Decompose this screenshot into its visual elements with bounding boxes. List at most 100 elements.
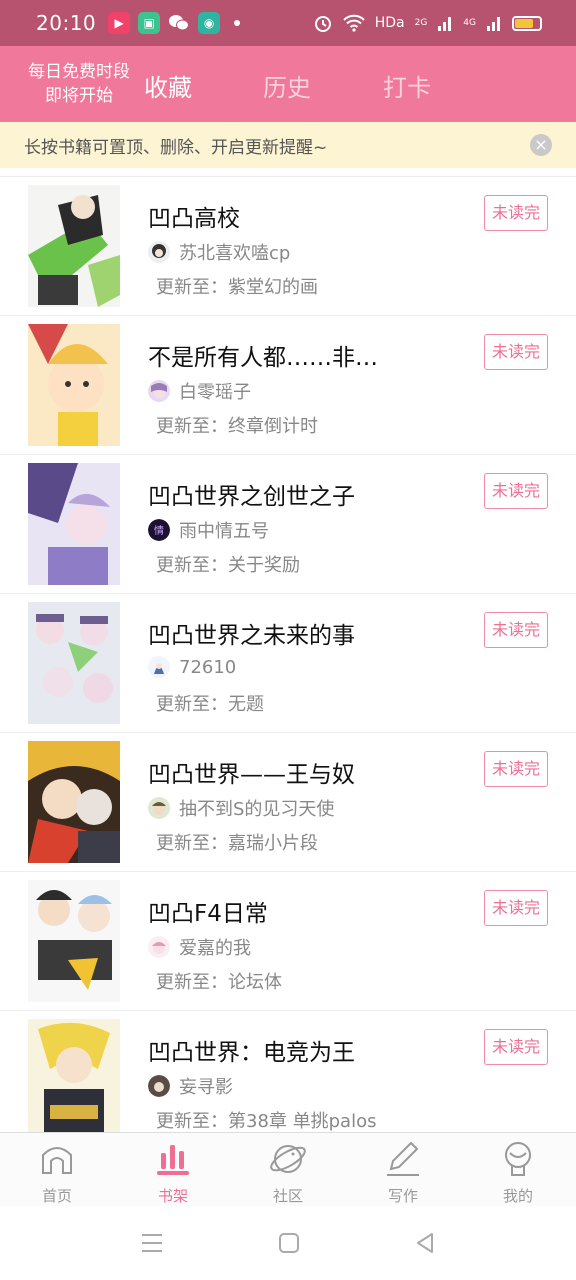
author-avatar <box>148 1075 170 1097</box>
book-list: 凹凸高校 苏北喜欢嗑cp 更新至：紫堂幻的画 未读完 不是所有人都……非… 白零… <box>0 176 576 1132</box>
bookshelf-icon <box>157 1145 189 1175</box>
tab-checkin[interactable]: 打卡 <box>383 68 431 103</box>
nav-profile-label: 我的 <box>502 1187 533 1205</box>
book-update: 更新至：终章倒计时 <box>156 416 318 437</box>
alarm-icon <box>314 16 331 32</box>
tab-favorites[interactable]: 收藏 <box>144 68 192 103</box>
nav-community-label: 社区 <box>272 1187 303 1205</box>
author-avatar <box>148 797 170 819</box>
author-avatar <box>148 936 170 958</box>
book-title: 不是所有人都……非… <box>148 345 378 371</box>
book-title: 凹凸世界之创世之子 <box>148 484 355 510</box>
battery-level <box>515 18 533 28</box>
tab-history[interactable]: 历史 <box>263 68 311 103</box>
author-name: 72610 <box>179 656 237 678</box>
book-update: 更新至：论坛体 <box>156 972 282 993</box>
book-author: 妄寻影 <box>148 1073 233 1099</box>
home-icon <box>42 1147 72 1174</box>
book-item[interactable]: 凹凸世界之未来的事 72610 更新至：无题 未读完 <box>0 594 576 733</box>
signal-2g-label: 2G <box>414 18 428 28</box>
signal-4g-label: 4G <box>463 18 476 28</box>
book-title: 凹凸世界：电竞为王 <box>148 1040 355 1066</box>
signal-icon-2 <box>487 17 500 31</box>
nav-writing[interactable]: 写作 <box>363 1139 443 1206</box>
book-title: 凹凸高校 <box>148 206 240 232</box>
signal-icon <box>438 17 452 31</box>
author-avatar: 情 <box>148 519 170 541</box>
status-indicators: HDa 2G 4G <box>313 0 542 46</box>
planet-icon <box>270 1145 306 1173</box>
author-name: 妄寻影 <box>179 1077 233 1098</box>
book-title: 凹凸世界之未来的事 <box>148 623 355 649</box>
author-avatar <box>148 380 170 402</box>
book-item[interactable]: 凹凸世界——王与奴 抽不到S的见习天使 更新至：嘉瑞小片段 未读完 <box>0 733 576 872</box>
nav-home-label: 首页 <box>41 1187 72 1205</box>
book-author: 情 雨中情五号 <box>148 517 269 543</box>
book-author: 白零瑶子 <box>148 378 251 404</box>
bottom-nav: 首页 书架 社区 写作 我的 <box>0 1132 576 1206</box>
book-cover <box>28 880 120 1002</box>
book-item[interactable]: 凹凸高校 苏北喜欢嗑cp 更新至：紫堂幻的画 未读完 <box>0 177 576 316</box>
profile-icon <box>505 1142 531 1176</box>
author-name: 抽不到S的见习天使 <box>179 799 335 820</box>
unread-badge: 未读完 <box>484 890 548 926</box>
close-icon[interactable]: × <box>530 134 552 156</box>
status-bar: 20:10 ▶ ▣ ◉ HDa 2G 4G <box>0 0 576 46</box>
book-update: 更新至：第38章 单挑palos <box>156 1111 377 1132</box>
system-nav-bar <box>0 1206 576 1280</box>
unread-badge: 未读完 <box>484 612 548 648</box>
book-author: 抽不到S的见习天使 <box>148 795 334 821</box>
home-square-icon[interactable] <box>277 1232 301 1254</box>
book-update: 更新至：无题 <box>156 694 264 715</box>
notification-dot <box>234 20 241 26</box>
book-title: 凹凸F4日常 <box>148 901 268 927</box>
pen-icon <box>387 1141 419 1176</box>
book-update: 更新至：嘉瑞小片段 <box>156 833 318 854</box>
unread-badge: 未读完 <box>484 334 548 370</box>
wechat-icon <box>168 12 190 34</box>
status-app-icons: ▶ ▣ ◉ <box>108 12 241 34</box>
author-avatar <box>148 656 170 678</box>
book-author: 爱嘉的我 <box>148 934 251 960</box>
unread-badge: 未读完 <box>484 751 548 787</box>
book-cover <box>28 741 120 863</box>
svg-text:情: 情 <box>154 524 164 537</box>
nav-writing-label: 写作 <box>387 1187 418 1205</box>
book-update: 更新至：紫堂幻的画 <box>156 277 318 298</box>
author-name: 白零瑶子 <box>179 382 251 403</box>
book-item[interactable]: 不是所有人都……非… 白零瑶子 更新至：终章倒计时 未读完 <box>0 316 576 455</box>
book-author: 苏北喜欢嗑cp <box>148 239 290 265</box>
book-cover <box>28 324 120 446</box>
author-name: 雨中情五号 <box>179 521 269 542</box>
promo-line1: 每日免费时段 <box>28 62 130 82</box>
wifi-icon <box>342 14 365 32</box>
promo-line2: 即将开始 <box>45 86 113 106</box>
menu-icon[interactable] <box>140 1232 164 1254</box>
book-item[interactable]: 凹凸世界之创世之子 情 雨中情五号 更新至：关于奖励 未读完 <box>0 455 576 594</box>
unread-badge: 未读完 <box>484 473 548 509</box>
unread-badge: 未读完 <box>484 1029 548 1065</box>
status-time: 20:10 <box>36 11 97 35</box>
nav-community[interactable]: 社区 <box>248 1139 328 1206</box>
free-period-promo[interactable]: 每日免费时段 即将开始 <box>14 60 144 108</box>
book-cover <box>28 1019 120 1132</box>
author-name: 爱嘉的我 <box>179 938 251 959</box>
camera-app-icon: ◉ <box>198 12 221 34</box>
book-item[interactable]: 凹凸世界：电竞为王 妄寻影 更新至：第38章 单挑palos 未读完 <box>0 1011 576 1132</box>
nav-bookshelf[interactable]: 书架 <box>133 1139 213 1206</box>
nav-home[interactable]: 首页 <box>17 1139 97 1206</box>
back-icon[interactable] <box>413 1232 437 1254</box>
top-header: 每日免费时段 即将开始 收藏 历史 打卡 <box>0 46 576 122</box>
book-cover <box>28 463 120 585</box>
nav-profile[interactable]: 我的 <box>478 1139 558 1206</box>
book-update: 更新至：关于奖励 <box>156 555 300 576</box>
book-cover <box>28 185 120 307</box>
author-name: 苏北喜欢嗑cp <box>179 243 291 264</box>
book-author: 72610 <box>148 656 236 678</box>
book-title: 凹凸世界——王与奴 <box>148 762 355 788</box>
network-label: HDa <box>374 15 405 31</box>
book-item[interactable]: 凹凸F4日常 爱嘉的我 更新至：论坛体 未读完 <box>0 872 576 1011</box>
store-app-icon: ▣ <box>138 12 161 34</box>
book-cover <box>28 602 120 724</box>
nav-bookshelf-label: 书架 <box>157 1187 188 1205</box>
